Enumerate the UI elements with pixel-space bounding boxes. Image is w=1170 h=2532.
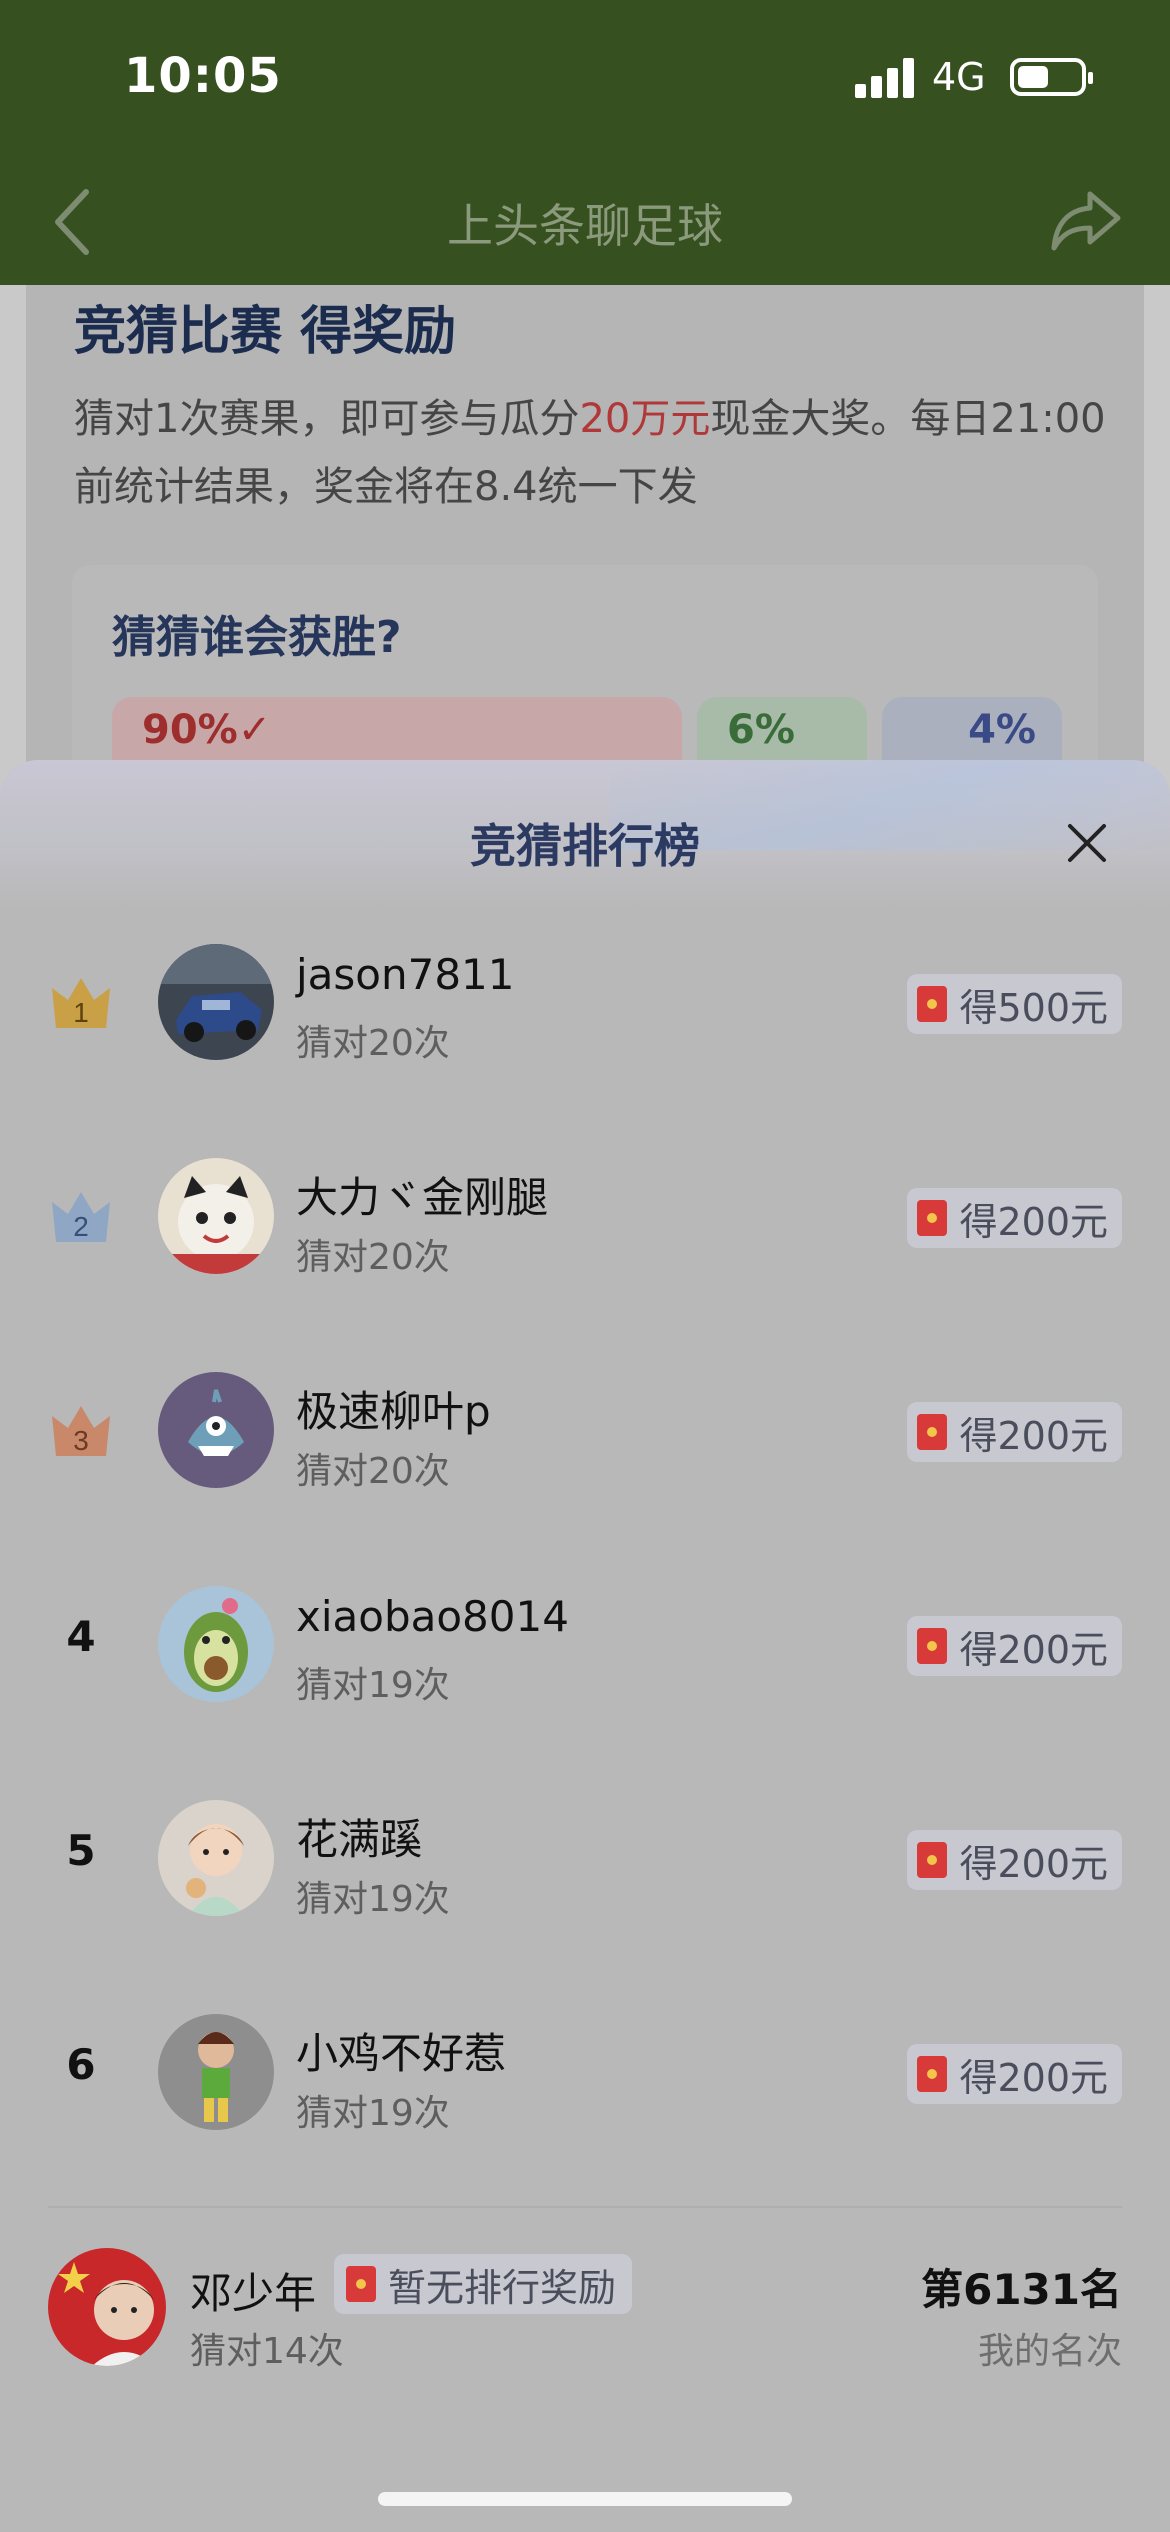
avatar[interactable] <box>158 1158 274 1274</box>
username: 大力ヾ金刚腿 <box>296 1173 549 1222</box>
red-packet-icon <box>917 1200 948 1236</box>
leaderboard-row[interactable]: 2 大力ヾ金刚腿 猜对20次 得200元 <box>0 1124 1170 1338</box>
username: xiaobao8014 <box>296 1592 569 1641</box>
signal-icon <box>855 58 917 98</box>
bronze-crown-icon: 3 <box>52 1406 110 1456</box>
reward-amount: 得200元 <box>959 1841 1108 1886</box>
my-username: 邓少年 <box>190 2269 317 2318</box>
status-time: 10:05 <box>124 48 282 104</box>
my-correct-count: 猜对14次 <box>190 2331 344 2372</box>
red-packet-icon <box>346 2266 376 2302</box>
leaderboard-sheet: 竞猜排行榜 1 jason7811 猜对20次 得500元 2 大力ヾ金刚腿 猜… <box>0 760 1170 2532</box>
leaderboard-row[interactable]: 3 极速柳叶p 猜对20次 得200元 <box>0 1338 1170 1552</box>
close-icon[interactable] <box>1062 818 1112 868</box>
rank-number: 5 <box>66 1826 96 1875</box>
no-reward-badge: 暂无排行奖励 <box>334 2254 633 2314</box>
correct-count: 猜对19次 <box>296 1879 450 1920</box>
correct-count: 猜对19次 <box>296 1665 450 1706</box>
leaderboard-row[interactable]: 4 xiaobao8014 猜对19次 得200元 <box>0 1552 1170 1766</box>
poll-question: 猜猜谁会获胜? <box>112 612 402 663</box>
rank-number: 3 <box>73 1425 89 1456</box>
rank-number: 4 <box>66 1612 96 1661</box>
divider <box>48 2206 1122 2208</box>
reward-badge: 得200元 <box>907 1188 1122 1248</box>
correct-count: 猜对20次 <box>296 1237 450 1278</box>
desc-text-before: 猜对1次赛果，即可参与瓜分 <box>74 396 580 442</box>
reward-amount: 得200元 <box>959 1627 1108 1672</box>
avatar[interactable] <box>158 944 274 1060</box>
silver-crown-icon: 2 <box>52 1192 110 1242</box>
red-packet-icon <box>917 2056 948 2092</box>
my-rank: 第6131名 <box>921 2265 1122 2314</box>
my-avatar[interactable] <box>48 2248 166 2366</box>
leaderboard-row[interactable]: 6 小鸡不好惹 猜对19次 得200元 <box>0 1980 1170 2194</box>
avatar[interactable] <box>158 1800 274 1916</box>
reward-badge: 得200元 <box>907 1616 1122 1676</box>
red-packet-icon <box>917 986 948 1022</box>
quiz-card: 竞猜比赛 得奖励 猜对1次赛果，即可参与瓜分20万元现金大奖。每日21:00前统… <box>26 285 1144 805</box>
share-icon[interactable] <box>1050 188 1122 252</box>
username: 花满蹊 <box>296 1815 423 1864</box>
leaderboard-row[interactable]: 5 花满蹊 猜对19次 得200元 <box>0 1766 1170 1980</box>
my-ranking-row[interactable]: 邓少年 暂无排行奖励 猜对14次 第6131名 我的名次 <box>0 2230 1170 2410</box>
username: jason7811 <box>296 950 515 999</box>
no-reward-text: 暂无排行奖励 <box>388 2265 617 2310</box>
red-packet-icon <box>917 1842 948 1878</box>
correct-count: 猜对19次 <box>296 2093 450 2134</box>
reward-amount: 得500元 <box>959 985 1108 1030</box>
my-rank-label: 我的名次 <box>977 2331 1122 2372</box>
reward-badge: 得200元 <box>907 1830 1122 1890</box>
username: 极速柳叶p <box>296 1387 491 1436</box>
red-packet-icon <box>917 1628 948 1664</box>
home-indicator[interactable] <box>378 2492 792 2506</box>
sheet-title: 竞猜排行榜 <box>470 819 700 873</box>
avatar[interactable] <box>158 1372 274 1488</box>
avatar[interactable] <box>158 1586 274 1702</box>
rank-number: 2 <box>73 1211 89 1242</box>
reward-badge: 得200元 <box>907 1402 1122 1462</box>
avatar[interactable] <box>158 2014 274 2130</box>
reward-badge: 得200元 <box>907 2044 1122 2104</box>
network-label: 4G <box>932 55 986 99</box>
correct-count: 猜对20次 <box>296 1451 450 1492</box>
quiz-card-title: 竞猜比赛 得奖励 <box>74 302 457 362</box>
username: 小鸡不好惹 <box>296 2029 507 2078</box>
reward-amount: 得200元 <box>959 1199 1108 1244</box>
rank-number: 1 <box>73 997 89 1028</box>
rank-number: 6 <box>66 2040 96 2089</box>
gold-crown-icon: 1 <box>52 978 110 1028</box>
reward-badge: 得500元 <box>907 974 1122 1034</box>
reward-amount: 得200元 <box>959 2055 1108 2100</box>
status-bar: 10:05 4G <box>0 0 1170 160</box>
quiz-card-description: 猜对1次赛果，即可参与瓜分20万元现金大奖。每日21:00前统计结果，奖金将在8… <box>74 385 1114 521</box>
prize-amount: 20万元 <box>579 396 711 442</box>
red-packet-icon <box>917 1414 948 1450</box>
reward-amount: 得200元 <box>959 1413 1108 1458</box>
page-title: 上头条聊足球 <box>447 199 723 253</box>
battery-icon <box>1010 58 1093 96</box>
nav-bar: 上头条聊足球 <box>0 160 1170 285</box>
correct-count: 猜对20次 <box>296 1023 450 1064</box>
leaderboard-row[interactable]: 1 jason7811 猜对20次 得500元 <box>0 910 1170 1124</box>
